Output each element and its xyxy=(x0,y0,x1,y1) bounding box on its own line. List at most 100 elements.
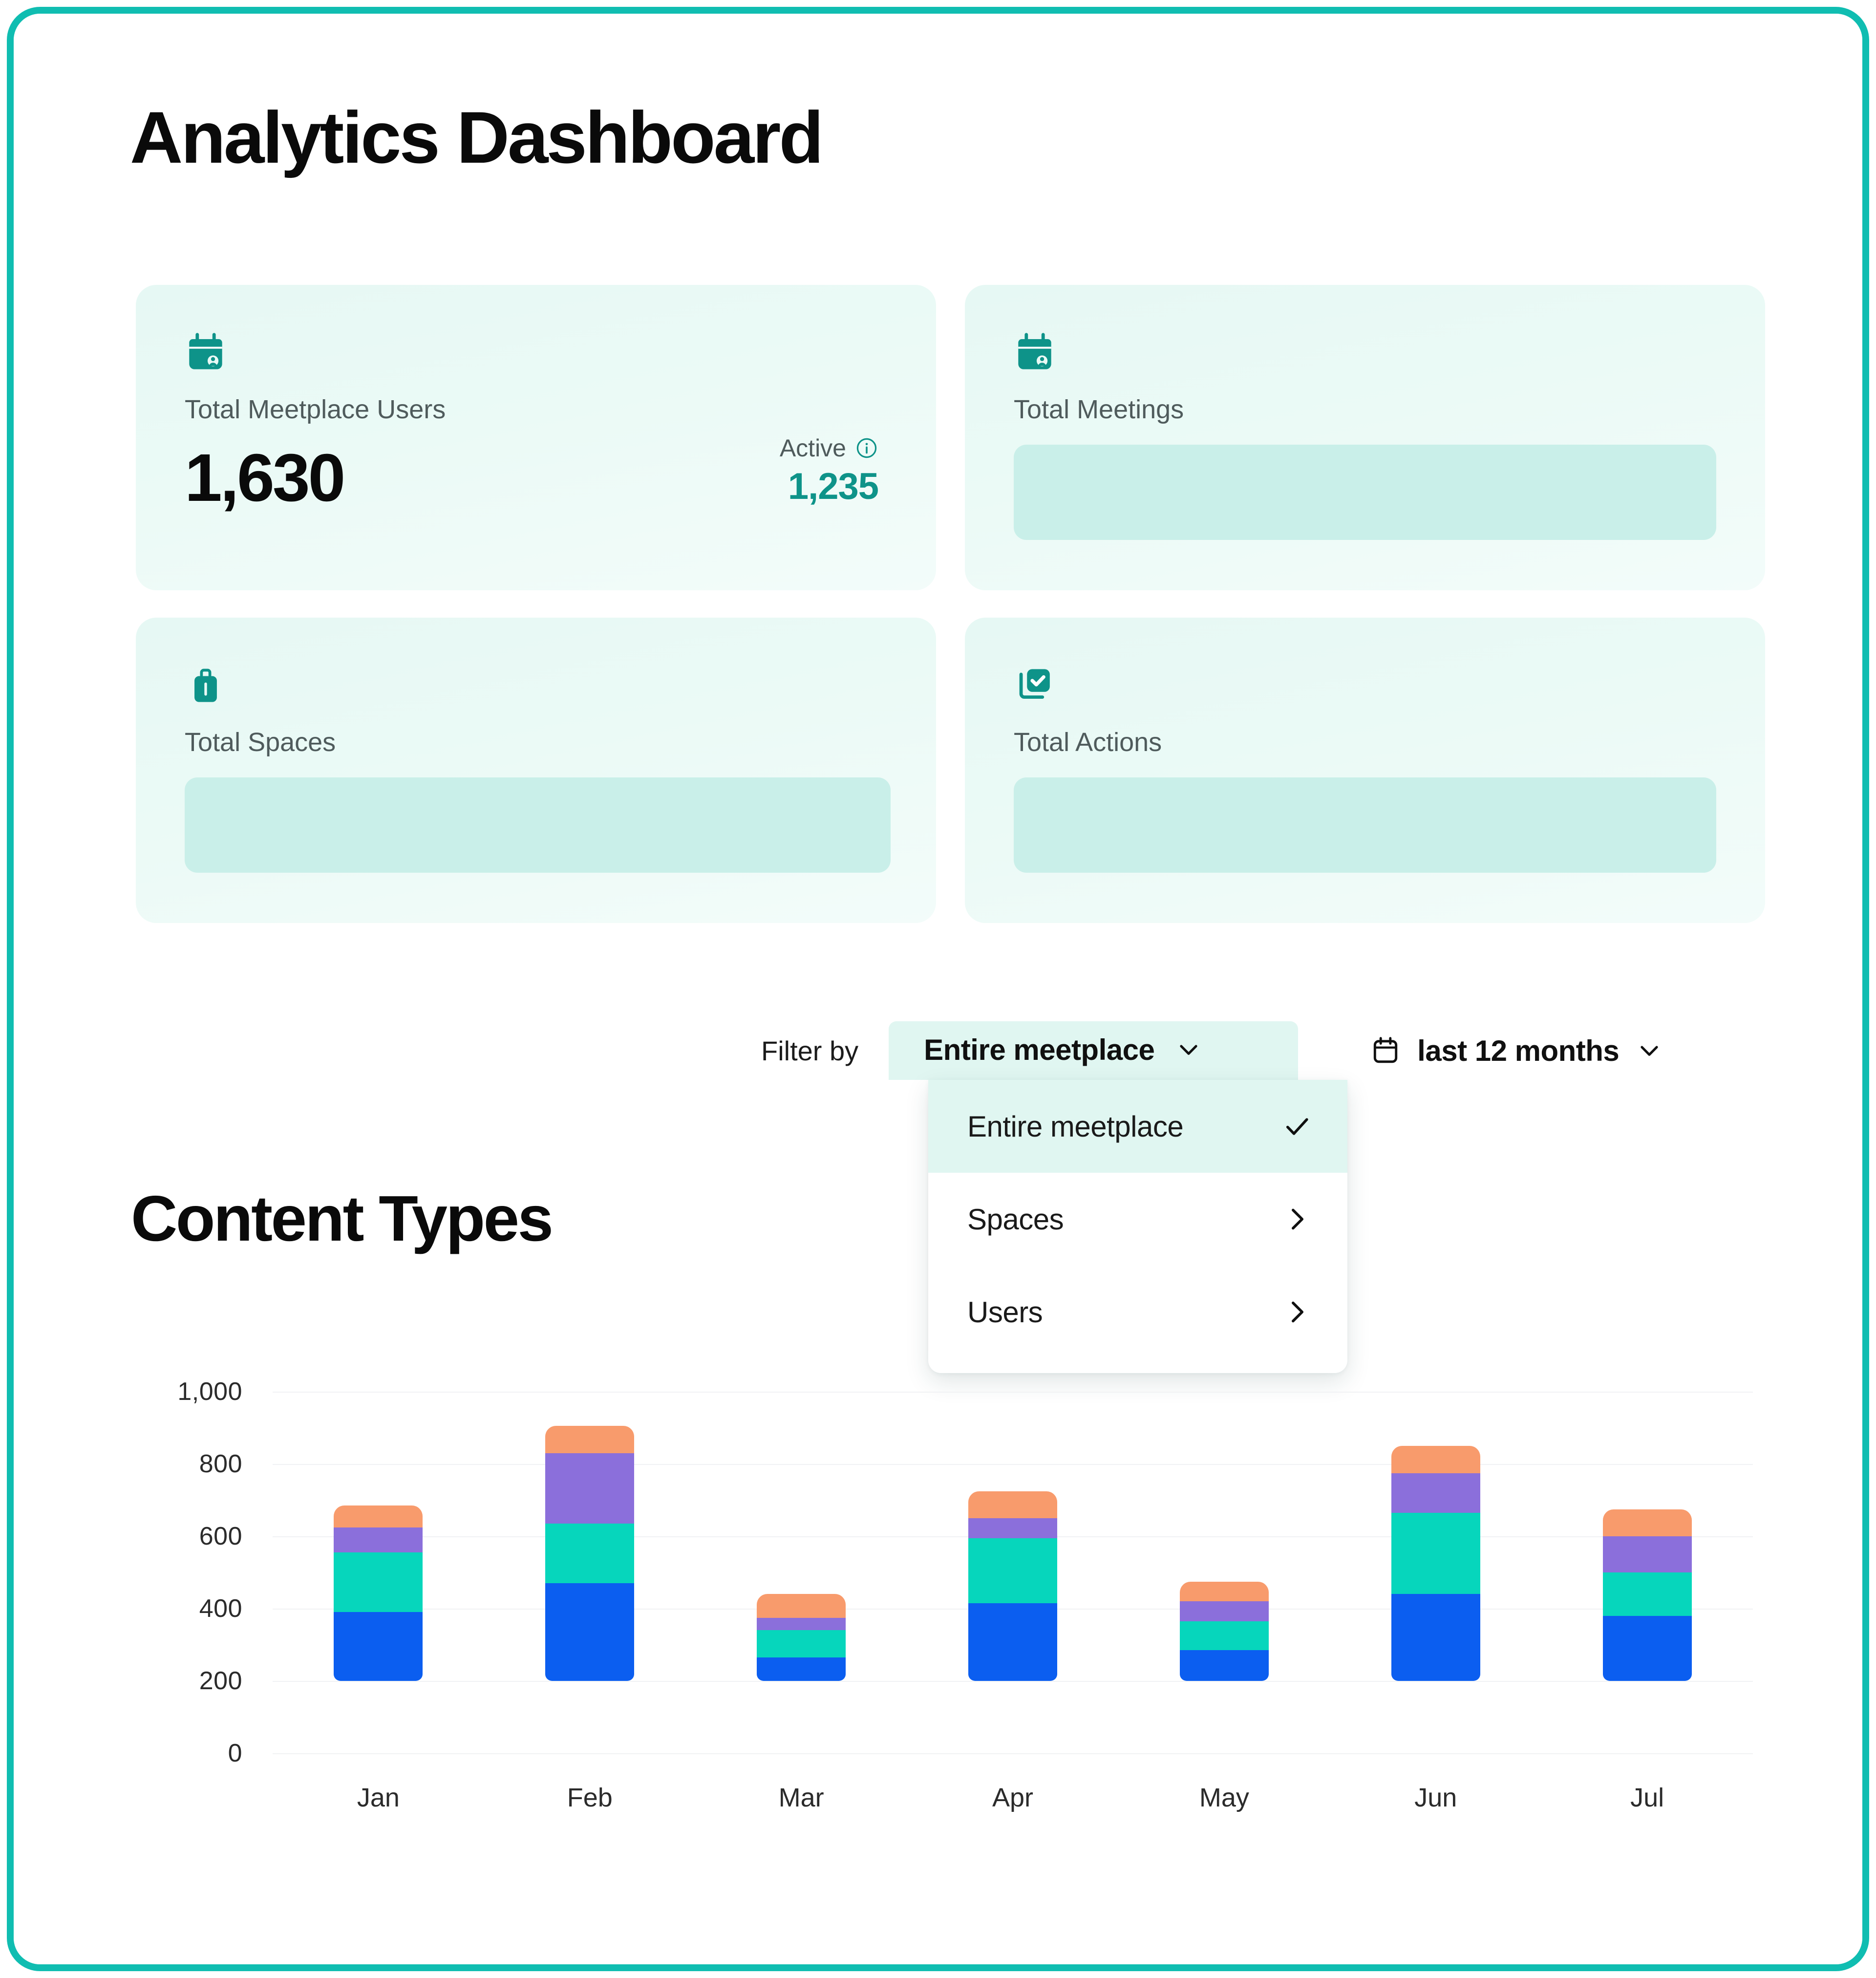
bar-segment-series-3 xyxy=(968,1518,1057,1538)
bar-segment-series-3 xyxy=(545,1453,635,1524)
bar-segment-series-3 xyxy=(1391,1473,1480,1513)
kpi-loading-skeleton xyxy=(1014,777,1716,873)
bar-segment-series-1 xyxy=(334,1612,423,1681)
chevron-right-icon xyxy=(1292,1208,1304,1230)
kpi-active-value: 1,235 xyxy=(788,466,879,508)
section-title-content-types: Content Types xyxy=(131,1182,554,1254)
app-frame: Analytics Dashboard Total Meetplace User… xyxy=(7,7,1869,1971)
x-axis-tick-label: Jan xyxy=(357,1783,400,1812)
kpi-loading-skeleton xyxy=(185,777,891,873)
kpi-card-grid: Total Meetplace Users 1,630 Active 1,235… xyxy=(136,285,1765,923)
chevron-right-icon xyxy=(1292,1301,1304,1323)
kpi-value: 1,630 xyxy=(185,440,345,516)
menu-item-spaces[interactable]: Spaces xyxy=(928,1173,1347,1266)
x-axis-tick-label: May xyxy=(1199,1783,1249,1812)
bar-segment-series-2 xyxy=(1602,1572,1692,1616)
kpi-label: Total Actions xyxy=(1014,728,1162,757)
briefcase-icon xyxy=(194,668,217,702)
gridline xyxy=(273,1753,1753,1754)
chevron-down-icon xyxy=(1641,1046,1658,1056)
bar-segment-series-2 xyxy=(757,1630,846,1657)
kpi-card-total-spaces[interactable]: Total Spaces xyxy=(136,618,936,923)
y-axis-tick-label: 0 xyxy=(228,1739,242,1767)
menu-item-label: Users xyxy=(967,1295,1043,1329)
kpi-loading-skeleton xyxy=(1014,445,1716,540)
kpi-card-total-meetings[interactable]: Total Meetings xyxy=(965,285,1765,590)
bar-slot xyxy=(273,1392,484,1753)
chart-x-axis: Jan Feb Mar Apr May Jun Jul xyxy=(273,1783,1753,1813)
check-icon xyxy=(1286,1118,1308,1135)
bar-segment-series-1 xyxy=(1602,1615,1692,1681)
y-axis-tick-label: 600 xyxy=(199,1522,242,1550)
bar-segment-series-2 xyxy=(545,1524,635,1584)
y-axis-tick-label: 800 xyxy=(199,1450,242,1478)
bar-segment-series-3 xyxy=(1602,1536,1692,1573)
bar-segment-series-1 xyxy=(545,1583,635,1681)
bar-segment-series-4 xyxy=(545,1426,635,1453)
bar-segment-series-1 xyxy=(1391,1594,1480,1681)
kpi-card-total-actions[interactable]: Total Actions xyxy=(965,618,1765,923)
bar-segment-series-1 xyxy=(757,1657,846,1681)
bar-segment-series-3 xyxy=(1179,1601,1269,1621)
bar-segment-series-4 xyxy=(334,1505,423,1527)
bar-slot xyxy=(696,1392,907,1753)
menu-item-users[interactable]: Users xyxy=(928,1266,1347,1358)
bar-segment-series-4 xyxy=(1391,1446,1480,1473)
dashboard-page: Analytics Dashboard Total Meetplace User… xyxy=(14,14,1862,1964)
bar-segment-series-2 xyxy=(334,1552,423,1612)
bar-segment-series-4 xyxy=(1602,1509,1692,1537)
bar-stack[interactable] xyxy=(334,1505,423,1681)
x-axis-tick-label: Jul xyxy=(1630,1783,1664,1812)
bar-stack[interactable] xyxy=(1391,1446,1480,1681)
content-types-chart: 0 200 400 600 800 1,000 Jan Feb Mar Apr May Jun Jul xyxy=(126,1377,1768,1831)
scope-filter-select[interactable]: Entire meetplace xyxy=(889,1021,1299,1080)
bar-segment-series-4 xyxy=(968,1491,1057,1519)
bar-stack[interactable] xyxy=(968,1491,1057,1681)
bar-slot xyxy=(1541,1392,1753,1753)
menu-item-entire-meetplace[interactable]: Entire meetplace xyxy=(928,1080,1347,1173)
chart-bars xyxy=(273,1392,1753,1753)
chevron-down-icon xyxy=(1180,1045,1197,1055)
bar-slot xyxy=(1118,1392,1330,1753)
scope-filter-menu: Entire meetplace Spaces Users xyxy=(928,1080,1347,1373)
y-axis-tick-label: 1,000 xyxy=(177,1377,242,1406)
bar-stack[interactable] xyxy=(545,1426,635,1681)
y-axis-tick-label: 400 xyxy=(199,1594,242,1623)
kpi-active-label: Active xyxy=(779,434,846,462)
bar-segment-series-2 xyxy=(968,1538,1057,1603)
kpi-active-block: Active 1,235 xyxy=(780,436,887,513)
filter-bar: Filter by Entire meetplace last 12 month… xyxy=(761,1021,1663,1080)
bar-slot xyxy=(1330,1392,1541,1753)
kpi-card-total-meetplace-users[interactable]: Total Meetplace Users 1,630 Active 1,235 xyxy=(136,285,936,590)
menu-item-label: Entire meetplace xyxy=(967,1110,1184,1143)
chart-plot-area: 0 200 400 600 800 1,000 xyxy=(177,1377,1753,1767)
bar-segment-series-4 xyxy=(1179,1581,1269,1602)
bar-segment-series-1 xyxy=(1179,1650,1269,1681)
x-axis-tick-label: Mar xyxy=(778,1783,824,1812)
date-range-select[interactable]: last 12 months xyxy=(1370,1034,1663,1068)
bar-stack[interactable] xyxy=(757,1594,846,1681)
filter-by-label: Filter by xyxy=(761,1035,859,1066)
calendar-icon xyxy=(1374,1037,1398,1063)
bar-slot xyxy=(907,1392,1119,1753)
bar-stack[interactable] xyxy=(1179,1581,1269,1681)
bar-stack[interactable] xyxy=(1602,1509,1692,1681)
x-axis-tick-label: Jun xyxy=(1414,1783,1457,1812)
x-axis-tick-label: Feb xyxy=(567,1783,613,1812)
bar-segment-series-3 xyxy=(757,1617,846,1631)
kpi-label: Total Meetplace Users xyxy=(185,395,446,424)
calendar-user-icon xyxy=(189,333,222,369)
info-icon[interactable] xyxy=(855,436,878,460)
kpi-active-head: Active xyxy=(780,436,878,460)
bar-segment-series-2 xyxy=(1391,1512,1480,1594)
scope-filter-value: Entire meetplace xyxy=(924,1033,1155,1066)
menu-item-label: Spaces xyxy=(967,1203,1064,1236)
kpi-label: Total Meetings xyxy=(1014,395,1184,424)
bar-segment-series-1 xyxy=(968,1603,1057,1681)
date-range-value: last 12 months xyxy=(1417,1034,1620,1067)
checked-documents-icon xyxy=(1019,669,1050,699)
bar-segment-series-3 xyxy=(334,1527,423,1553)
kpi-value-row: 1,630 Active 1,235 xyxy=(185,436,887,513)
bar-segment-series-2 xyxy=(1179,1621,1269,1651)
y-axis-tick-label: 200 xyxy=(199,1667,242,1695)
